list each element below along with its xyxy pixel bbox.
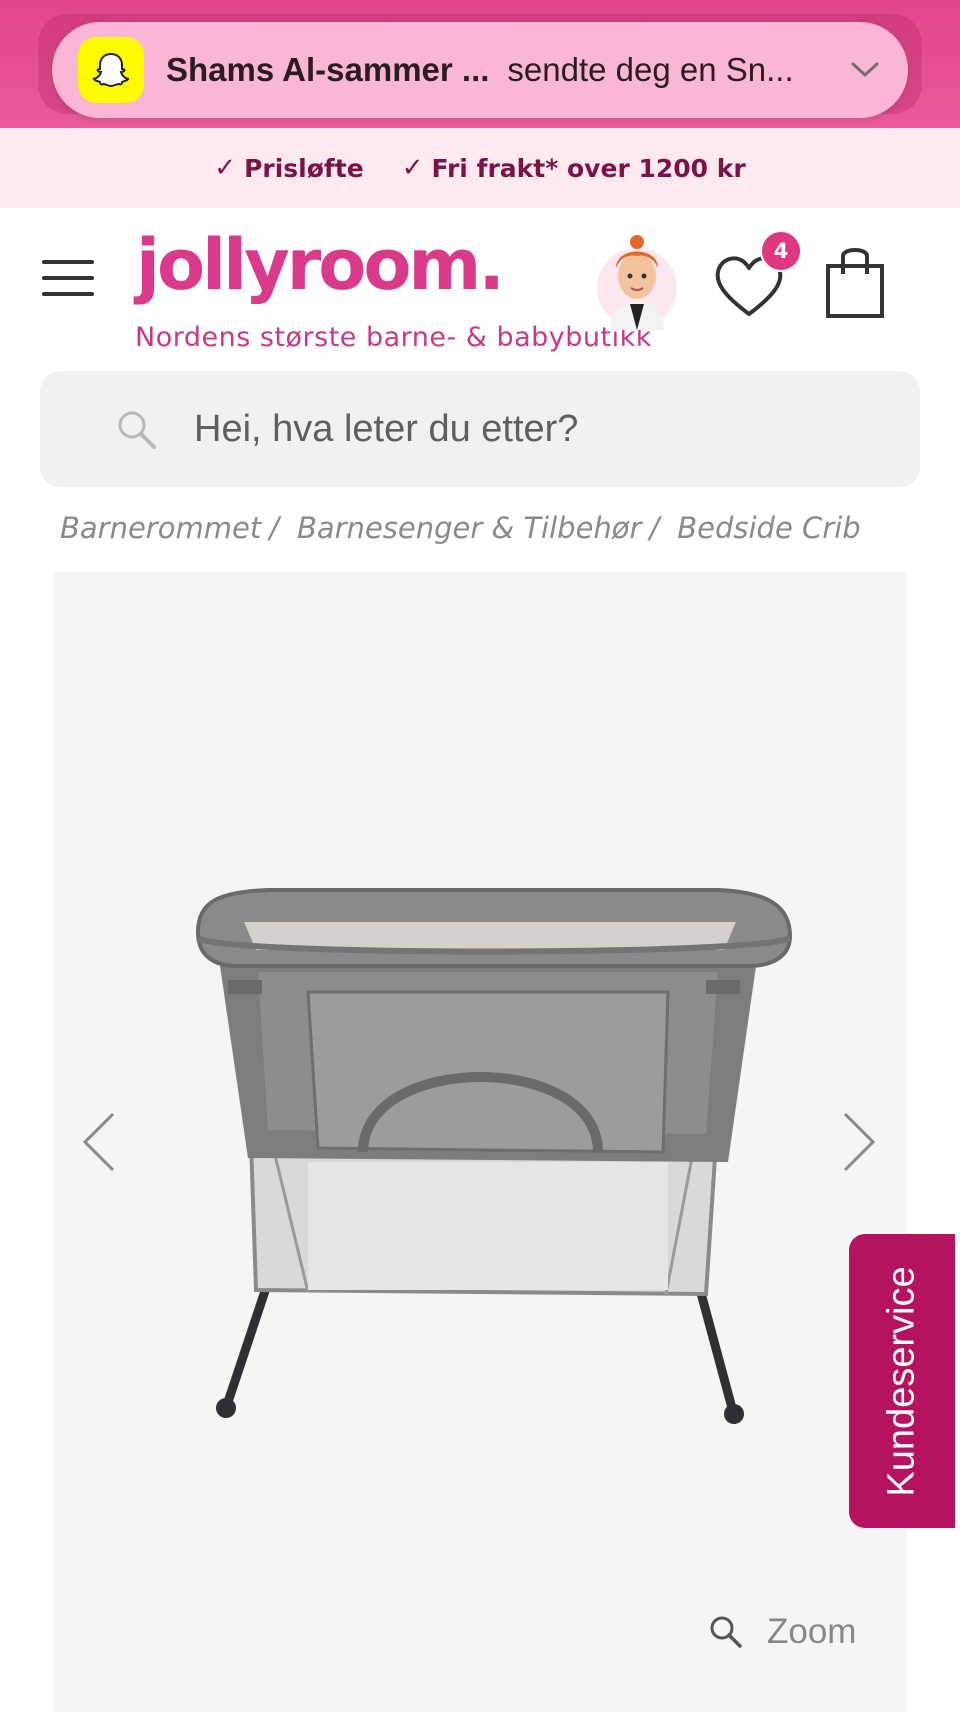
shopping-bag-icon[interactable] [824,244,886,320]
site-header: jollyroom. Nordens største barne- & baby… [0,208,960,358]
check-icon: ✓ [214,153,237,183]
customer-service-tab[interactable]: Kundeservice [849,1234,955,1528]
search-input[interactable] [194,397,894,461]
snapchat-ghost-icon [78,37,144,103]
check-icon: ✓ [401,153,424,183]
search-bar [40,371,920,487]
zoom-label: Zoom [767,1612,857,1651]
gallery-next-arrow-icon[interactable] [839,1110,879,1174]
chevron-down-icon[interactable] [848,53,882,87]
notification-sender: Shams Al-sammer ... [166,51,490,88]
gallery-prev-arrow-icon[interactable] [79,1110,119,1174]
hamburger-menu-icon[interactable] [42,260,94,296]
zoom-button[interactable]: Zoom [709,1612,856,1652]
breadcrumb: Barnerommet / Barnesenger & Tilbehør / B… [60,506,861,550]
snapchat-notification[interactable]: Shams Al-sammer ... sendte deg en Sn... [52,22,908,118]
product-image-gallery[interactable]: Zoom [53,572,907,1712]
product-image-bedside-crib [195,888,793,1424]
usp-free-shipping: ✓ Fri frakt* over 1200 kr [402,153,746,183]
avatar[interactable] [596,228,678,330]
notification-message: sendte deg en Sn... [507,51,794,88]
usp-price-promise: ✓ Prisløfte [214,153,363,183]
jollyroom-logo[interactable]: jollyroom. [136,230,505,300]
breadcrumb-item-barnesenger[interactable]: Barnesenger & Tilbehør [297,511,642,545]
breadcrumb-item-bedside-crib[interactable]: Bedside Crib [677,511,860,545]
usp-bar: ✓ Prisløfte ✓ Fri frakt* over 1200 kr [0,128,960,208]
notification-area: Shams Al-sammer ... sendte deg en Sn... [0,0,960,128]
customer-service-label: Kundeservice [880,1265,923,1497]
usp-label: Prisløfte [244,153,364,183]
usp-label: Fri frakt* over 1200 kr [431,153,746,183]
wishlist-count-badge: 4 [760,230,802,272]
breadcrumb-item-barnerommet[interactable]: Barnerommet [60,511,261,545]
breadcrumb-separator: / [649,511,660,545]
magnifier-icon [710,1616,742,1648]
logo-tagline: Nordens største barne- & babybutikk [135,322,652,353]
search-icon [116,409,158,451]
breadcrumb-separator: / [269,511,279,545]
